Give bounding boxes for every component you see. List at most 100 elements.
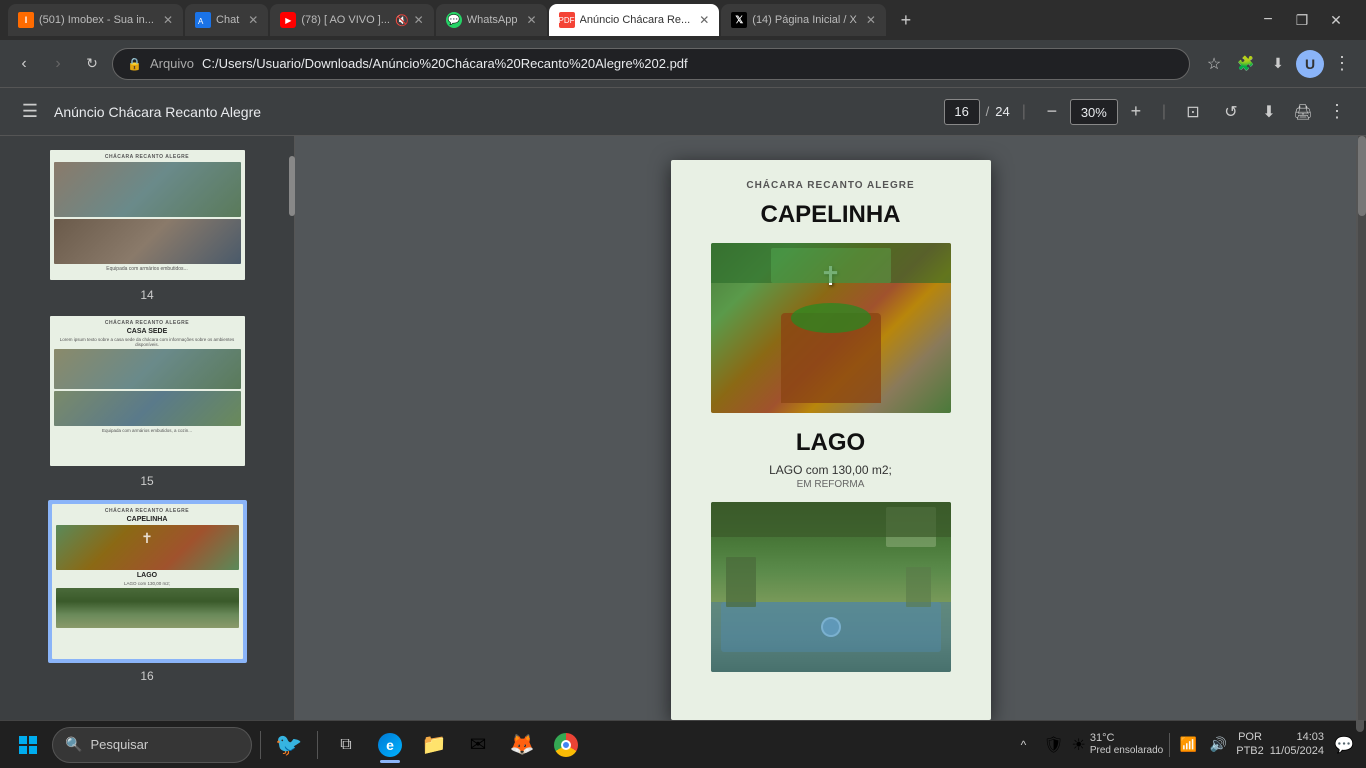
tab-close-imobex[interactable]: ✕ bbox=[163, 13, 173, 27]
language-block[interactable]: POR PTB2 bbox=[1236, 731, 1264, 757]
taskbar-firefox[interactable]: 🦊 bbox=[502, 725, 542, 765]
antivirus-icon[interactable]: 🛡 bbox=[1042, 733, 1066, 757]
taskbar-edge[interactable]: e bbox=[370, 725, 410, 765]
task-view-button[interactable]: ⧉ bbox=[326, 725, 366, 765]
tab-close-twitter[interactable]: ✕ bbox=[866, 13, 876, 27]
pdf-zoom-divider: | bbox=[1162, 103, 1166, 121]
taskbar-explorer[interactable]: 📁 bbox=[414, 725, 454, 765]
tab-whatsapp[interactable]: 💬 WhatsApp ✕ bbox=[436, 4, 547, 36]
thumbnail-num-16: 16 bbox=[140, 669, 153, 683]
pdf-page-divider: | bbox=[1022, 103, 1026, 121]
tab-close-whatsapp[interactable]: ✕ bbox=[526, 13, 536, 27]
weather-text: Pred ensolarado bbox=[1090, 745, 1163, 757]
address-text: C:/Users/Usuario/Downloads/Anúncio%20Chá… bbox=[202, 56, 688, 71]
pdf-fit-page-button[interactable]: ⊡ bbox=[1178, 97, 1208, 127]
pdf-page-input[interactable] bbox=[944, 99, 980, 125]
notification-button[interactable]: 💬 bbox=[1330, 731, 1358, 759]
pdf-zoom-in-button[interactable]: + bbox=[1122, 98, 1150, 126]
tab-youtube[interactable]: ▶ (78) [ AO VIVO ]... 🔇 ✕ bbox=[270, 4, 433, 36]
search-text: Pesquisar bbox=[90, 737, 148, 752]
page-section1-title: CAPELINHA bbox=[760, 201, 900, 229]
tab-label-imobex: (501) Imobex - Sua in... bbox=[39, 14, 154, 26]
taskbar-chrome[interactable] bbox=[546, 725, 586, 765]
tab-bar: I (501) Imobex - Sua in... ✕ A Chat ✕ ▶ … bbox=[0, 0, 1366, 40]
tab-chat[interactable]: A Chat ✕ bbox=[185, 4, 268, 36]
address-input[interactable]: 🔒 Arquivo C:/Users/Usuario/Downloads/Anú… bbox=[112, 48, 1190, 80]
lock-icon: 🔒 bbox=[127, 57, 142, 71]
pdf-content-area: CHÁCARA RECANTO ALEGRE Equipada com armá… bbox=[0, 136, 1366, 720]
clock-date: 11/05/2024 bbox=[1270, 745, 1324, 758]
thumbnail-frame-14: CHÁCARA RECANTO ALEGRE Equipada com armá… bbox=[48, 148, 247, 282]
thumbnail-item-15[interactable]: CHÁCARA RECANTO ALEGRE CASA SEDE Lorem i… bbox=[0, 314, 294, 488]
network-icon[interactable]: 📶 bbox=[1176, 733, 1200, 757]
lago-desc: LAGO com 130,00 m2; bbox=[769, 463, 892, 477]
thumbnail-num-15: 15 bbox=[140, 474, 153, 488]
tab-pdf[interactable]: PDF Anúncio Chácara Re... ✕ bbox=[549, 4, 720, 36]
datetime-block[interactable]: 14:03 11/05/2024 bbox=[1270, 731, 1324, 757]
pdf-more-button[interactable]: ⋮ bbox=[1322, 97, 1352, 127]
pdf-document-title: Anúncio Chácara Recanto Alegre bbox=[54, 104, 936, 120]
start-button[interactable] bbox=[8, 725, 48, 765]
weather-widget[interactable]: ☀ 31°C Pred ensolarado bbox=[1072, 732, 1164, 757]
clock-time: 14:03 bbox=[1296, 731, 1324, 744]
show-hidden-icons[interactable]: ^ bbox=[1012, 733, 1036, 757]
tab-label-chat: Chat bbox=[216, 14, 239, 26]
pdf-zoom-controls: − 30% + bbox=[1038, 98, 1150, 126]
taskbar-mail[interactable]: ✉ bbox=[458, 725, 498, 765]
pdf-rotate-button[interactable]: ↺ bbox=[1216, 97, 1246, 127]
volume-icon[interactable]: 🔊 bbox=[1206, 733, 1230, 757]
pdf-zoom-out-button[interactable]: − bbox=[1038, 98, 1066, 126]
close-button[interactable]: ✕ bbox=[1322, 6, 1350, 34]
windows-icon bbox=[19, 736, 37, 754]
favicon-chat: A bbox=[195, 12, 211, 28]
pdf-main-view[interactable]: CHÁCARA RECANTO ALEGRE CAPELINHA ✝ LAGO … bbox=[295, 136, 1366, 720]
taskbar-divider-1 bbox=[260, 731, 261, 759]
favicon-whatsapp: 💬 bbox=[446, 12, 462, 28]
profile-button[interactable]: U bbox=[1296, 50, 1324, 78]
pdf-menu-button[interactable]: ☰ bbox=[14, 96, 46, 128]
temperature: 31°C bbox=[1090, 732, 1163, 745]
maximize-button[interactable]: ❐ bbox=[1288, 6, 1316, 34]
thumbnail-image-14: CHÁCARA RECANTO ALEGRE Equipada com armá… bbox=[50, 150, 245, 280]
pdf-toolbar: ☰ Anúncio Chácara Recanto Alegre / 24 | … bbox=[0, 88, 1366, 136]
chapel-photo: ✝ bbox=[711, 243, 951, 413]
tab-mute-icon[interactable]: 🔇 bbox=[395, 14, 409, 27]
firefox-icon: 🦊 bbox=[510, 732, 535, 757]
minimize-button[interactable]: − bbox=[1254, 6, 1282, 34]
tab-close-chat[interactable]: ✕ bbox=[248, 13, 258, 27]
weather-icon: ☀ bbox=[1072, 735, 1086, 755]
thumbnails-panel[interactable]: CHÁCARA RECANTO ALEGRE Equipada com armá… bbox=[0, 136, 295, 720]
pdf-page-separator: / bbox=[986, 104, 990, 119]
thumbnail-image-16: CHÁCARA RECANTO ALEGRE CAPELINHA ✝ LAGO … bbox=[52, 504, 243, 659]
bookmark-icon[interactable]: ☆ bbox=[1200, 50, 1228, 78]
download-icon[interactable]: ⬇ bbox=[1264, 50, 1292, 78]
forward-button[interactable]: › bbox=[44, 50, 72, 78]
edge-icon: e bbox=[378, 733, 402, 757]
new-tab-button[interactable]: + bbox=[892, 6, 920, 34]
tab-twitter[interactable]: 𝕏 (14) Página Inicial / X ✕ bbox=[721, 4, 886, 36]
svg-text:A: A bbox=[198, 17, 204, 25]
taskbar-app-bird[interactable]: 🐦 bbox=[269, 725, 309, 765]
reload-button[interactable]: ↻ bbox=[78, 50, 106, 78]
main-scrollbar-thumb[interactable] bbox=[1358, 136, 1366, 216]
taskbar: 🔍 Pesquisar 🐦 ⧉ e 📁 ✉ 🦊 bbox=[0, 720, 1366, 768]
browser-window: I (501) Imobex - Sua in... ✕ A Chat ✕ ▶ … bbox=[0, 0, 1366, 768]
tab-imobex[interactable]: I (501) Imobex - Sua in... ✕ bbox=[8, 4, 183, 36]
pdf-print-button[interactable]: 🖨 bbox=[1288, 97, 1318, 127]
tab-label-youtube: (78) [ AO VIVO ]... bbox=[301, 14, 390, 26]
taskbar-divider-2 bbox=[317, 731, 318, 759]
bird-icon: 🐦 bbox=[275, 732, 302, 758]
tab-close-pdf[interactable]: ✕ bbox=[699, 13, 709, 27]
pdf-download-button[interactable]: ⬇ bbox=[1254, 97, 1284, 127]
settings-icon[interactable]: ⋮ bbox=[1328, 50, 1356, 78]
tab-label-twitter: (14) Página Inicial / X bbox=[752, 14, 857, 26]
thumbnail-item-16[interactable]: CHÁCARA RECANTO ALEGRE CAPELINHA ✝ LAGO … bbox=[0, 500, 294, 683]
taskbar-search[interactable]: 🔍 Pesquisar bbox=[52, 727, 252, 763]
address-bar: ‹ › ↻ 🔒 Arquivo C:/Users/Usuario/Downloa… bbox=[0, 40, 1366, 88]
thumbnail-item-14[interactable]: CHÁCARA RECANTO ALEGRE Equipada com armá… bbox=[0, 148, 294, 302]
extensions-icon[interactable]: 🧩 bbox=[1232, 50, 1260, 78]
back-button[interactable]: ‹ bbox=[10, 50, 38, 78]
tab-close-youtube[interactable]: ✕ bbox=[414, 13, 424, 27]
chrome-icon bbox=[554, 733, 578, 757]
tab-label-pdf: Anúncio Chácara Re... bbox=[580, 14, 691, 26]
